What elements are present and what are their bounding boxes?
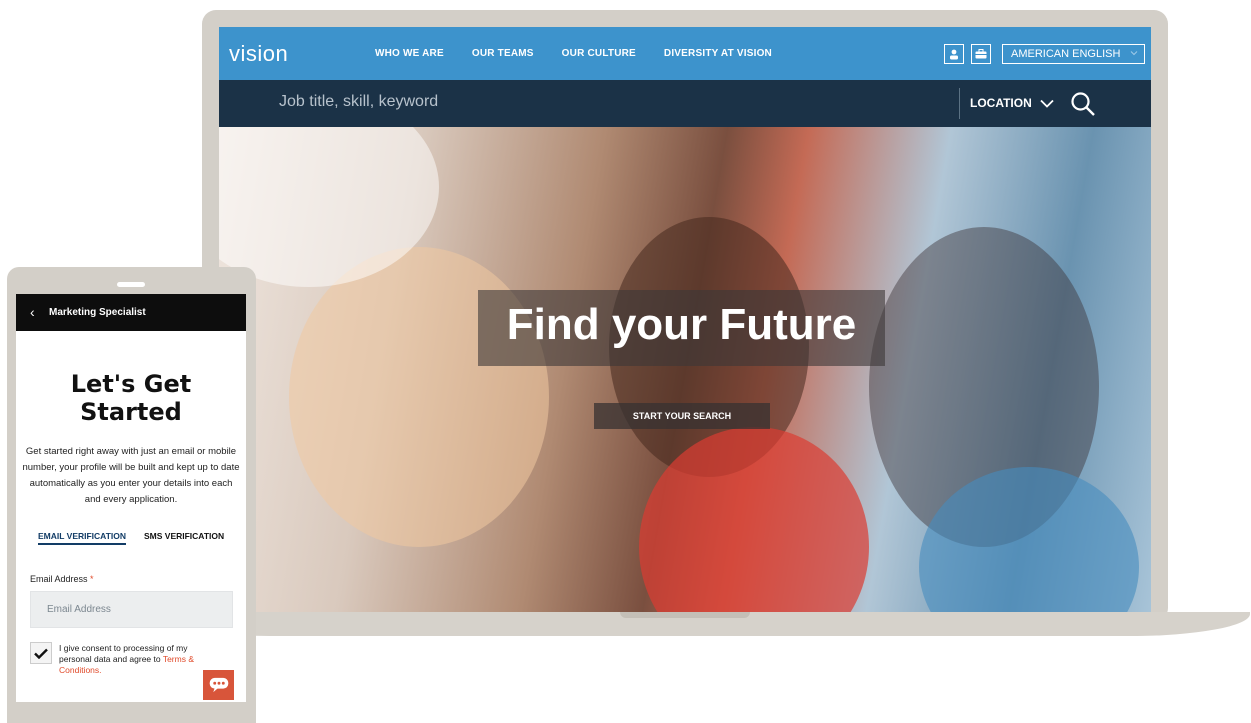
location-label: LOCATION bbox=[970, 96, 1032, 110]
phone-speaker bbox=[117, 282, 145, 287]
chevron-down-icon bbox=[1130, 51, 1138, 56]
mobile-description: Get started right away with just an emai… bbox=[22, 446, 240, 505]
consent-checkbox[interactable] bbox=[30, 642, 52, 664]
nav-who-we-are[interactable]: WHO WE ARE bbox=[375, 48, 444, 59]
top-navigation-bar: vision WHO WE ARE OUR TEAMS OUR CULTURE … bbox=[219, 27, 1151, 80]
verification-tabs: EMAIL VERIFICATION SMS VERIFICATION bbox=[16, 531, 246, 551]
mobile-heading: Let's Get Started bbox=[70, 370, 192, 426]
checkmark-icon bbox=[34, 648, 48, 659]
mobile-screen: ‹ Marketing Specialist Let's Get Started… bbox=[16, 294, 246, 702]
location-dropdown[interactable]: LOCATION bbox=[970, 96, 1054, 110]
vision-logo[interactable]: vision bbox=[229, 41, 288, 67]
nav-diversity-at-vision[interactable]: DIVERSITY AT VISION bbox=[664, 48, 772, 59]
language-value: AMERICAN ENGLISH bbox=[1011, 48, 1121, 60]
profile-button[interactable] bbox=[944, 44, 964, 64]
consent-text: I give consent to processing of my perso… bbox=[59, 643, 219, 676]
required-marker: * bbox=[90, 574, 94, 584]
nav-our-teams[interactable]: OUR TEAMS bbox=[472, 48, 534, 59]
hero-title: Find your Future bbox=[506, 300, 857, 349]
main-nav: WHO WE ARE OUR TEAMS OUR CULTURE DIVERSI… bbox=[375, 48, 772, 59]
mobile-header: ‹ Marketing Specialist bbox=[16, 294, 246, 331]
keyword-search-input[interactable]: Job title, skill, keyword bbox=[279, 93, 438, 111]
hero-title-box: Find your Future bbox=[478, 290, 885, 366]
hero-image: Find your Future START YOUR SEARCH bbox=[219, 127, 1151, 612]
user-icon bbox=[950, 49, 958, 59]
laptop-notch bbox=[620, 612, 750, 618]
email-field[interactable]: Email Address bbox=[30, 591, 233, 628]
mobile-chat-button[interactable] bbox=[203, 670, 234, 700]
search-divider bbox=[959, 88, 960, 119]
stage: vision WHO WE ARE OUR TEAMS OUR CULTURE … bbox=[0, 0, 1251, 723]
job-search-bar: Job title, skill, keyword LOCATION bbox=[219, 80, 1151, 127]
start-search-button[interactable]: START YOUR SEARCH bbox=[594, 403, 770, 429]
briefcase-icon bbox=[975, 49, 987, 59]
search-icon[interactable] bbox=[1070, 91, 1096, 117]
email-label: Email Address * bbox=[30, 574, 94, 584]
chat-icon bbox=[209, 677, 228, 693]
chevron-down-icon bbox=[1040, 99, 1054, 108]
desktop-screen: vision WHO WE ARE OUR TEAMS OUR CULTURE … bbox=[219, 27, 1151, 612]
email-label-text: Email Address bbox=[30, 574, 88, 584]
saved-jobs-button[interactable] bbox=[971, 44, 991, 64]
tab-sms-verification[interactable]: SMS VERIFICATION bbox=[144, 531, 224, 541]
consent-end: . bbox=[99, 665, 102, 675]
language-select[interactable]: AMERICAN ENGLISH bbox=[1002, 44, 1145, 64]
tab-email-verification[interactable]: EMAIL VERIFICATION bbox=[38, 531, 126, 545]
mobile-header-title: Marketing Specialist bbox=[49, 307, 146, 318]
back-icon[interactable]: ‹ bbox=[30, 304, 35, 320]
nav-our-culture[interactable]: OUR CULTURE bbox=[562, 48, 636, 59]
